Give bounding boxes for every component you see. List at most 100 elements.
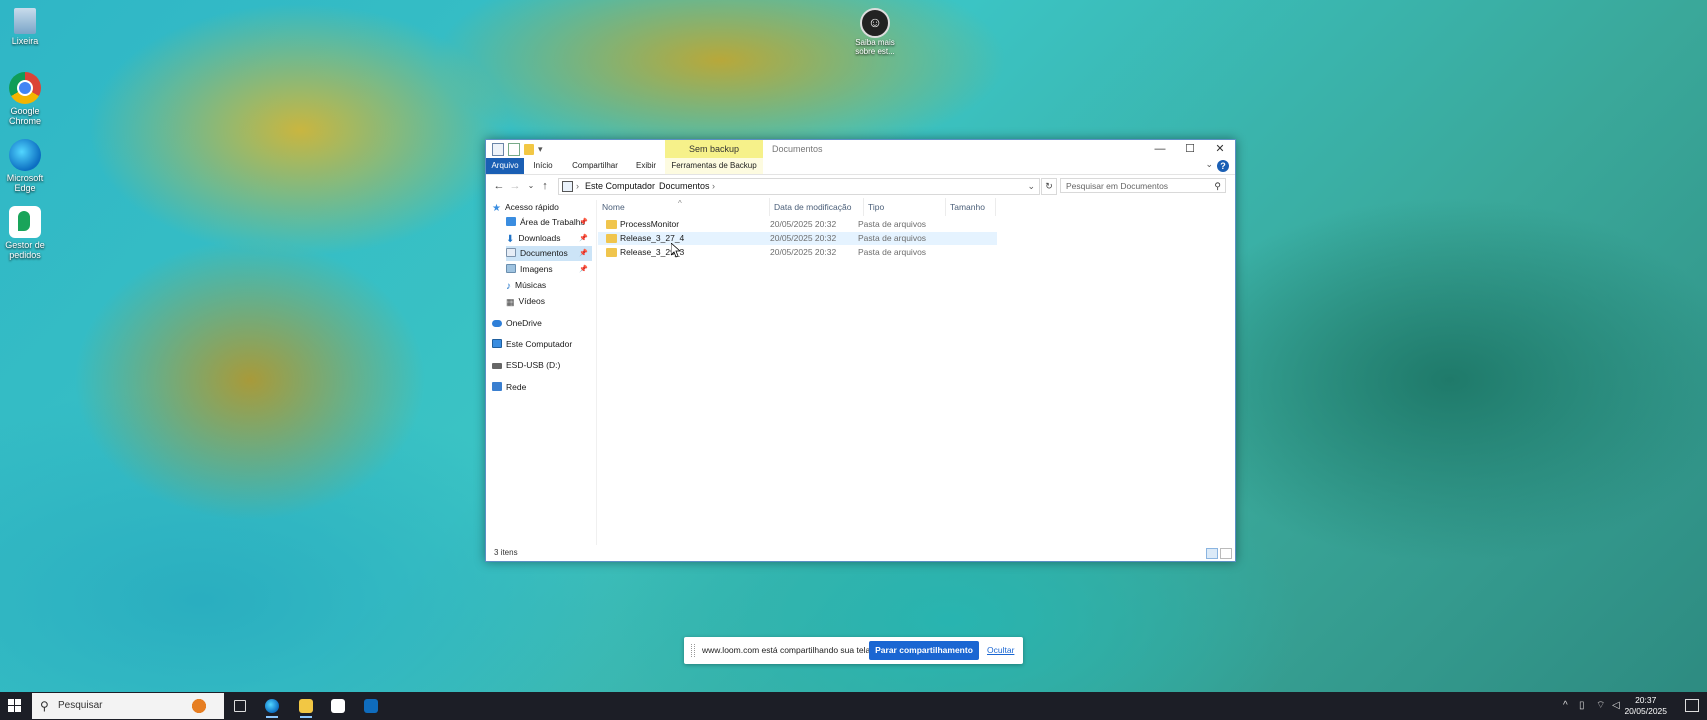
breadcrumb-este-computador[interactable]: Este Computador — [585, 179, 655, 194]
tab-compartilhar[interactable]: Compartilhar — [566, 158, 624, 174]
ribbon-expand-icon[interactable]: ⌄ — [1205, 159, 1213, 170]
notification-icon[interactable] — [1685, 699, 1699, 712]
video-icon: ▦ — [506, 297, 515, 307]
new-folder-icon[interactable] — [524, 144, 534, 155]
column-header-data[interactable]: Data de modificação — [770, 198, 864, 216]
sort-ascending-icon: ^ — [678, 199, 682, 208]
network-icon — [492, 382, 502, 391]
address-bar[interactable]: › Este Computador › Documentos › ⌄ — [558, 178, 1040, 195]
wifi-icon[interactable]: ⌔ — [1596, 692, 1605, 720]
store-taskbar-icon[interactable] — [324, 694, 352, 718]
edge-taskbar-icon[interactable] — [258, 694, 286, 718]
desktop-icon-label: Gestor de pedidos — [5, 240, 45, 260]
pin-icon: 📌 — [579, 250, 588, 257]
navigation-bar: ← → ⌄ ↑ › Este Computador › Documentos ›… — [486, 175, 1235, 197]
taskbar: ⚲ Pesquisar ^ ▯ ⌔ ◁ 20:37 20/05/2025 — [0, 692, 1707, 720]
nav-item-acesso-rapido[interactable]: ★ Acesso rápido — [492, 200, 592, 215]
gestor-icon — [9, 206, 41, 238]
pictures-folder-icon — [506, 264, 516, 273]
column-header-tamanho[interactable]: Tamanho — [946, 198, 996, 216]
folder-icon — [606, 220, 617, 229]
file-explorer-window: ▾ Sem backup Documentos — ☐ ✕ Arquivo In… — [485, 139, 1236, 562]
breadcrumb-separator: › — [712, 181, 715, 191]
search-placeholder: Pesquisar em Documentos — [1066, 181, 1169, 191]
desktop-folder-icon — [506, 217, 516, 226]
desktop-icon-edge[interactable]: Microsoft Edge — [4, 139, 46, 193]
file-explorer-taskbar-icon[interactable] — [292, 694, 320, 718]
nav-item-documentos[interactable]: Documentos 📌 — [506, 246, 592, 261]
maximize-button[interactable]: ☐ — [1175, 140, 1205, 158]
pin-icon: 📌 — [579, 219, 588, 226]
speaker-muted-icon[interactable]: ◁ — [1612, 692, 1620, 720]
back-arrow-icon[interactable]: ← — [492, 178, 506, 194]
windows-start-icon[interactable] — [8, 699, 22, 713]
computer-icon — [562, 181, 573, 192]
help-icon[interactable]: ? — [1217, 160, 1229, 172]
details-view-icon[interactable] — [1206, 548, 1218, 559]
tab-arquivo[interactable]: Arquivo — [486, 158, 524, 174]
clock-time: 20:37 — [1635, 695, 1657, 705]
tab-exibir[interactable]: Exibir — [631, 158, 661, 174]
search-input[interactable]: Pesquisar em Documentos ⚲ — [1060, 178, 1226, 193]
music-note-icon: ♪ — [506, 281, 511, 292]
outlook-taskbar-icon[interactable] — [357, 694, 385, 718]
search-highlight-icon — [184, 697, 214, 715]
address-dropdown-icon[interactable]: ⌄ — [1027, 179, 1035, 194]
navigation-pane: ★ Acesso rápido Área de Trabalho 📌 ⬇ Downlo… — [486, 200, 597, 545]
minimize-button[interactable]: — — [1145, 140, 1175, 158]
stop-sharing-button[interactable]: Parar compartilhamento — [869, 641, 979, 660]
refresh-icon[interactable]: ↻ — [1041, 178, 1057, 195]
column-header-tipo[interactable]: Tipo — [864, 198, 946, 216]
taskbar-search-input[interactable]: ⚲ Pesquisar — [32, 693, 224, 719]
screen-share-bar: www.loom.com está compartilhando sua tel… — [684, 637, 1023, 664]
search-icon: ⚲ — [40, 699, 49, 713]
nav-item-rede[interactable]: Rede — [492, 380, 592, 395]
nav-item-area-de-trabalho[interactable]: Área de Trabalho 📌 — [506, 215, 592, 230]
device-icon[interactable]: ▯ — [1579, 692, 1585, 720]
computer-icon — [492, 339, 502, 348]
breadcrumb-separator: › — [576, 181, 579, 191]
forward-arrow-icon[interactable]: → — [508, 178, 522, 194]
nav-item-musicas[interactable]: ♪ Músicas — [506, 278, 592, 293]
desktop-icon-gestor[interactable]: Gestor de pedidos — [4, 206, 46, 260]
system-clock[interactable]: 20:37 20/05/2025 — [1624, 695, 1667, 717]
column-header-nome[interactable]: Nome ^ — [598, 198, 770, 216]
recent-locations-icon[interactable]: ⌄ — [524, 178, 538, 194]
learn-more-icon[interactable]: ☺ — [860, 8, 890, 38]
hide-link[interactable]: Ocultar — [987, 637, 1014, 664]
tab-ferramentas-backup[interactable]: Ferramentas de Backup — [665, 158, 763, 174]
window-title: Documentos — [772, 144, 823, 154]
clock-date: 20/05/2025 — [1624, 706, 1667, 716]
star-icon: ★ — [492, 203, 501, 214]
large-icons-view-icon[interactable] — [1220, 548, 1232, 559]
download-arrow-icon: ⬇ — [506, 234, 515, 245]
tab-inicio[interactable]: Início — [526, 158, 560, 174]
desktop-icon-label: Microsoft Edge — [6, 173, 44, 193]
dropdown-arrow-icon[interactable]: ▾ — [538, 144, 548, 155]
breadcrumb-separator: › — [649, 181, 652, 191]
close-button[interactable]: ✕ — [1205, 140, 1235, 158]
desktop-icon-lixeira[interactable]: Lixeira — [4, 8, 46, 46]
up-arrow-icon[interactable]: ↑ — [538, 178, 552, 194]
nav-item-esd-usb[interactable]: ESD-USB (D:) — [492, 358, 592, 373]
table-row[interactable]: Release_3_27_4 20/05/2025 20:32 Pasta de… — [598, 232, 997, 245]
chevron-up-icon[interactable]: ^ — [1563, 692, 1568, 720]
task-view-icon[interactable] — [226, 694, 254, 718]
table-row[interactable]: ProcessMonitor 20/05/2025 20:32 Pasta de… — [598, 218, 968, 231]
table-row[interactable]: Release_3_29_3 20/05/2025 20:32 Pasta de… — [598, 246, 968, 259]
desktop-icon-chrome[interactable]: Google Chrome — [4, 72, 46, 126]
breadcrumb-documentos[interactable]: Documentos — [659, 179, 710, 194]
properties-icon[interactable] — [492, 143, 504, 156]
nav-item-este-computador[interactable]: Este Computador — [492, 337, 592, 352]
desktop-icon-label: Lixeira — [11, 36, 39, 46]
nav-item-videos[interactable]: ▦ Vídeos — [506, 294, 592, 309]
folder-icon — [606, 234, 617, 243]
nav-item-onedrive[interactable]: OneDrive — [492, 316, 592, 331]
drag-handle-icon[interactable] — [691, 644, 695, 657]
edge-icon — [9, 139, 41, 171]
search-icon: ⚲ — [1214, 181, 1221, 191]
title-bar: ▾ Sem backup Documentos — ☐ ✕ — [486, 140, 1235, 158]
checkmark-icon[interactable] — [508, 143, 520, 156]
nav-item-downloads[interactable]: ⬇ Downloads 📌 — [506, 231, 592, 246]
nav-item-imagens[interactable]: Imagens 📌 — [506, 262, 592, 277]
